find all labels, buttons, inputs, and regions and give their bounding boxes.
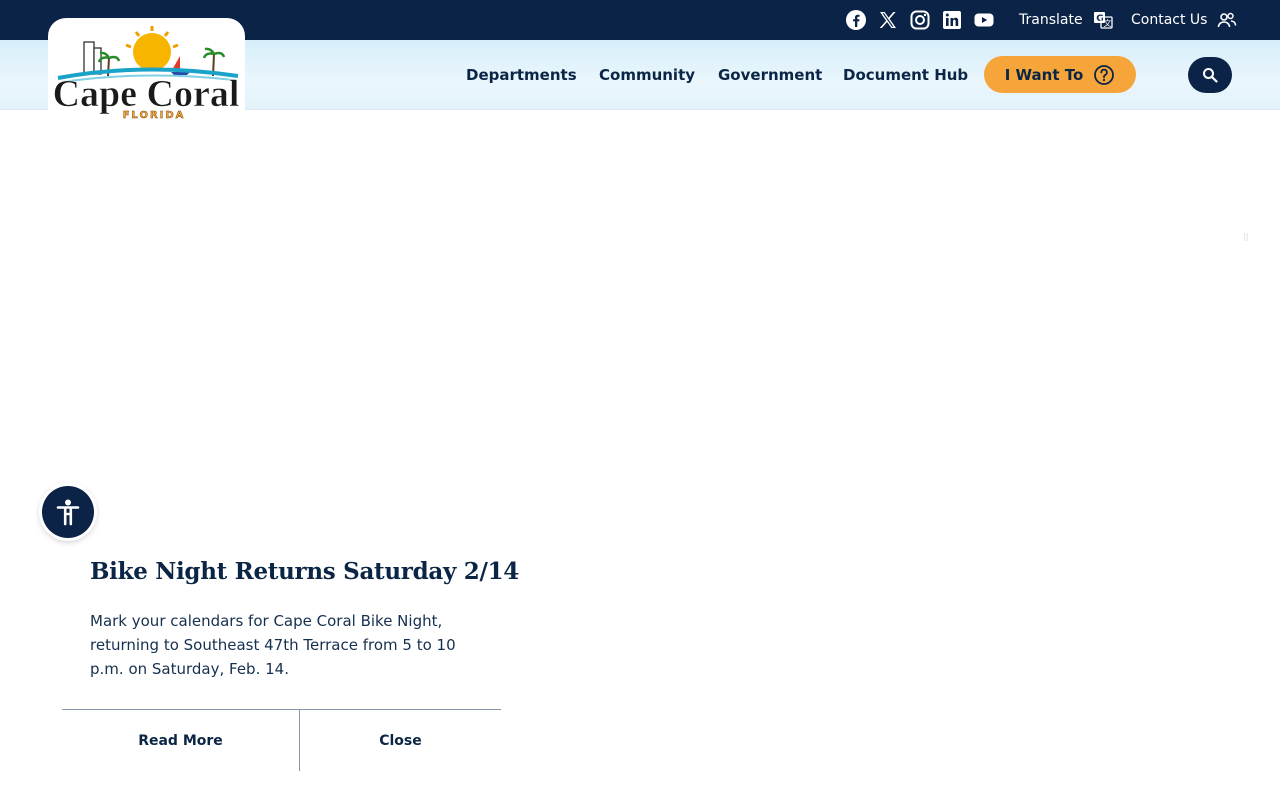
i-want-to-button[interactable]: I Want To <box>984 56 1136 93</box>
translate-icon: G 文 <box>1093 12 1113 29</box>
nav-document-hub[interactable]: Document Hub <box>843 66 968 84</box>
translate-link[interactable]: Translate G 文 <box>1019 0 1113 40</box>
read-more-button[interactable]: Read More <box>62 710 299 771</box>
logo-name: Cape Coral <box>53 73 240 115</box>
cape-coral-logo-graphic: Cape Coral FLORIDA <box>52 26 240 121</box>
site-logo[interactable]: Cape Coral FLORIDA <box>48 18 245 121</box>
nav-government[interactable]: Government <box>718 66 822 84</box>
facebook-icon[interactable] <box>845 9 867 31</box>
nav-community[interactable]: Community <box>599 66 695 84</box>
search-button[interactable] <box>1188 57 1232 93</box>
search-icon <box>1203 68 1218 83</box>
x-twitter-icon[interactable] <box>877 9 899 31</box>
nav-departments[interactable]: Departments <box>466 66 577 84</box>
accessibility-icon <box>56 499 80 526</box>
linkedin-icon[interactable] <box>941 9 963 31</box>
instagram-icon[interactable] <box>909 9 931 31</box>
sun-icon <box>125 26 179 71</box>
news-actions: Read More Close <box>62 709 501 771</box>
contact-us-label: Contact Us <box>1131 12 1208 28</box>
people-icon <box>1218 12 1237 28</box>
close-button[interactable]: Close <box>300 710 501 771</box>
i-want-to-label: I Want To <box>1004 65 1084 84</box>
news-title: Bike Night Returns Saturday 2/14 <box>90 558 519 585</box>
svg-text:文: 文 <box>1103 18 1111 28</box>
news-body: Mark your calendars for Cape Coral Bike … <box>90 612 456 678</box>
translate-label: Translate <box>1019 12 1083 28</box>
accessibility-button[interactable] <box>42 486 94 538</box>
logo-sub: FLORIDA <box>123 110 186 121</box>
social-links <box>845 9 995 31</box>
slider-marker: || <box>1243 232 1249 241</box>
question-circle-icon <box>1094 64 1115 85</box>
youtube-icon[interactable] <box>973 9 995 31</box>
contact-us-link[interactable]: Contact Us <box>1131 0 1237 40</box>
